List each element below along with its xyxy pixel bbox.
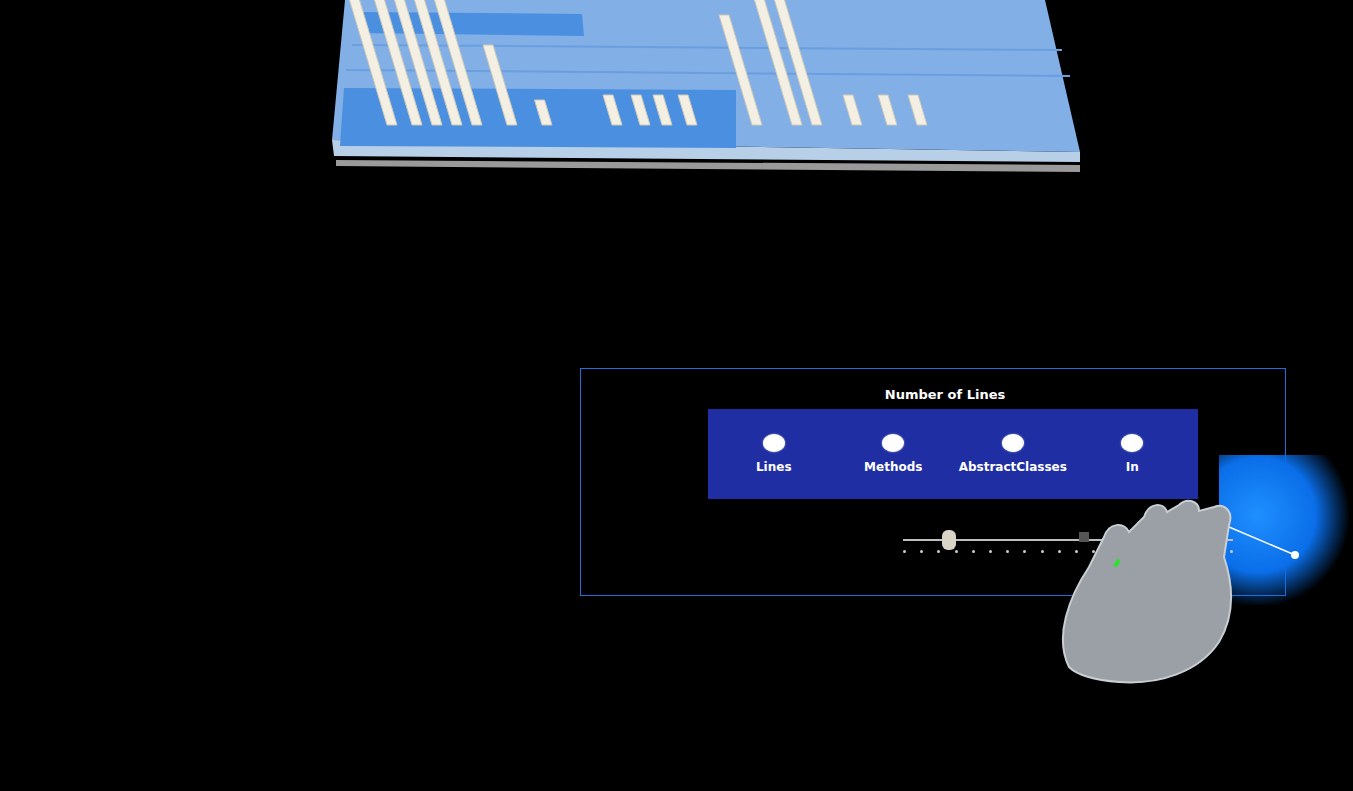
radio-button[interactable] [1121, 434, 1143, 452]
slider-tick [1075, 550, 1078, 553]
city-building[interactable] [878, 95, 897, 125]
city-building[interactable] [603, 95, 622, 125]
pointer-glow [1219, 455, 1349, 605]
code-city-row [0, 0, 1353, 172]
slider-tick [1041, 550, 1044, 553]
slider-tick [972, 550, 975, 553]
city-building[interactable] [433, 0, 482, 125]
metric-option[interactable]: Lines [714, 434, 834, 474]
radio-button[interactable] [882, 434, 904, 452]
option-label: Lines [756, 460, 792, 474]
city-building[interactable] [678, 95, 697, 125]
slider-tick [903, 550, 906, 553]
metric-panel: Number of Lines Lines Methods AbstractClass… [580, 368, 1286, 596]
city-building[interactable] [653, 95, 672, 125]
slider-tick [1006, 550, 1009, 553]
metric-options: Lines Methods AbstractClasses In [708, 409, 1198, 499]
option-label: AbstractClasses [959, 460, 1067, 474]
slider-tick [937, 550, 940, 553]
metric-option[interactable]: Methods [834, 434, 954, 474]
slider-thumb[interactable] [942, 530, 956, 550]
city-building[interactable] [535, 100, 553, 125]
city-building[interactable] [843, 95, 862, 125]
city-building[interactable] [719, 15, 762, 125]
slider-tick [1230, 550, 1233, 553]
metric-option[interactable]: In [1073, 434, 1193, 474]
metric-option[interactable]: AbstractClasses [953, 434, 1073, 474]
slider-tick [955, 550, 958, 553]
slider-tick [920, 550, 923, 553]
vr-scene: Number of Lines Lines Methods AbstractClass… [0, 0, 1353, 791]
option-label: In [1126, 460, 1139, 474]
panel-row: Number of Lines Lines Methods AbstractClass… [0, 368, 1353, 596]
slider-tick [989, 550, 992, 553]
option-label: Methods [864, 460, 922, 474]
code-city-chart[interactable] [332, 0, 1084, 172]
slider-tick [1058, 550, 1061, 553]
city-building[interactable] [767, 0, 822, 125]
radio-button[interactable] [763, 434, 785, 452]
city-building[interactable] [483, 45, 517, 125]
city-building[interactable] [908, 95, 927, 125]
city-building[interactable] [631, 95, 650, 125]
slider-tick [1092, 550, 1095, 553]
radio-button[interactable] [1002, 434, 1024, 452]
slider-tick [1023, 550, 1026, 553]
hand-icon [1049, 497, 1299, 687]
panel-title: Number of Lines [885, 387, 1005, 403]
